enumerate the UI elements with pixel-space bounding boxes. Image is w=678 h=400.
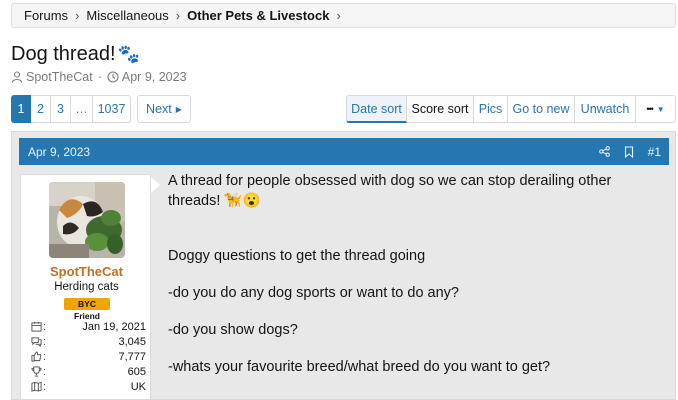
- more-options-button[interactable]: ••• ▼: [636, 95, 676, 123]
- stat-location-value: UK: [130, 380, 146, 393]
- page-last-button[interactable]: 1037: [93, 95, 131, 123]
- stat-location: : UK: [31, 379, 146, 394]
- calendar-icon: [31, 321, 42, 332]
- stat-reactions: : 7,777: [31, 349, 146, 364]
- stat-points: : 605: [31, 364, 146, 379]
- username[interactable]: SpotTheCat: [21, 264, 152, 279]
- breadcrumb-miscellaneous[interactable]: Miscellaneous: [86, 8, 168, 23]
- post-header: Apr 9, 2023 #1: [19, 138, 669, 165]
- chevron-right-icon: ›: [75, 8, 80, 23]
- page-gap[interactable]: …: [71, 95, 93, 123]
- post-line: A thread for people obsessed with dog so…: [168, 173, 612, 189]
- page-1-button[interactable]: 1: [11, 95, 31, 123]
- score-sort-button[interactable]: Score sort: [407, 95, 474, 123]
- user-icon: [11, 71, 23, 83]
- user-stats: : Jan 19, 2021 : 3,045 : 7,777 : 605 : U…: [31, 319, 146, 394]
- bookmark-icon[interactable]: [624, 145, 634, 158]
- page-title: Dog thread! 🐾: [11, 43, 140, 66]
- user-title: Herding cats: [54, 281, 119, 293]
- date-sort-button[interactable]: Date sort: [346, 95, 407, 123]
- meta-separator: ·: [97, 70, 102, 84]
- stat-messages-value: 3,045: [118, 335, 146, 348]
- page-3-button[interactable]: 3: [51, 95, 71, 123]
- pagination: 1 2 3 … 1037 Next ▶: [11, 95, 191, 123]
- user-card: SpotTheCat Herding cats BYC Friend : Jan…: [20, 174, 151, 400]
- thread-tools: Date sort Score sort Pics Go to new Unwa…: [346, 95, 676, 123]
- trophy-icon: [31, 366, 42, 377]
- post-line: -do you do any dog sports or want to do …: [168, 285, 459, 301]
- post-date[interactable]: Apr 9, 2023: [28, 145, 90, 159]
- post-line: Doggy questions to get the thread going: [168, 248, 426, 264]
- chevron-right-icon: ›: [175, 8, 181, 23]
- stat-joined-value: Jan 19, 2021: [82, 320, 146, 333]
- post-header-actions: #1: [585, 138, 661, 165]
- post-line: -do you show dogs?: [168, 322, 298, 338]
- breadcrumb: Forums › Miscellaneous › Other Pets & Li…: [11, 3, 676, 28]
- post-line: threads! 🦮😮: [168, 193, 261, 209]
- thread-author[interactable]: SpotTheCat: [26, 70, 93, 84]
- stat-points-value: 605: [127, 365, 146, 378]
- user-banner: BYC Friend: [64, 298, 110, 321]
- unwatch-button[interactable]: Unwatch: [575, 95, 636, 123]
- more-icon: •••: [646, 104, 654, 114]
- caret-down-icon: ▼: [656, 104, 665, 114]
- breadcrumb-other-pets[interactable]: Other Pets & Livestock: [187, 8, 329, 23]
- post-number[interactable]: #1: [648, 145, 661, 159]
- clock-icon: [107, 71, 119, 83]
- avatar[interactable]: [49, 182, 125, 258]
- breadcrumb-forums[interactable]: Forums: [24, 8, 68, 23]
- pics-button[interactable]: Pics: [474, 95, 508, 123]
- next-label: Next: [146, 102, 172, 116]
- page-2-button[interactable]: 2: [31, 95, 51, 123]
- stat-reactions-value: 7,777: [118, 350, 146, 363]
- thumbs-up-icon: [31, 351, 42, 362]
- user-card-arrow: [151, 177, 160, 193]
- stat-messages: : 3,045: [31, 334, 146, 349]
- chevron-right-icon: ›: [336, 8, 341, 23]
- messages-icon: [31, 337, 42, 347]
- share-icon[interactable]: [598, 146, 610, 157]
- post-line: -whats your favourite breed/what breed d…: [168, 359, 551, 375]
- thread-title: Dog thread!: [11, 43, 116, 65]
- map-icon: [31, 381, 42, 392]
- paw-emoji: 🐾: [117, 44, 140, 64]
- go-to-new-button[interactable]: Go to new: [508, 95, 575, 123]
- caret-right-icon: ▶: [175, 104, 182, 114]
- thread-meta: SpotTheCat · Apr 9, 2023: [11, 70, 187, 84]
- thread-date[interactable]: Apr 9, 2023: [122, 70, 187, 84]
- next-page-button[interactable]: Next ▶: [137, 95, 191, 123]
- stat-joined: : Jan 19, 2021: [31, 319, 146, 334]
